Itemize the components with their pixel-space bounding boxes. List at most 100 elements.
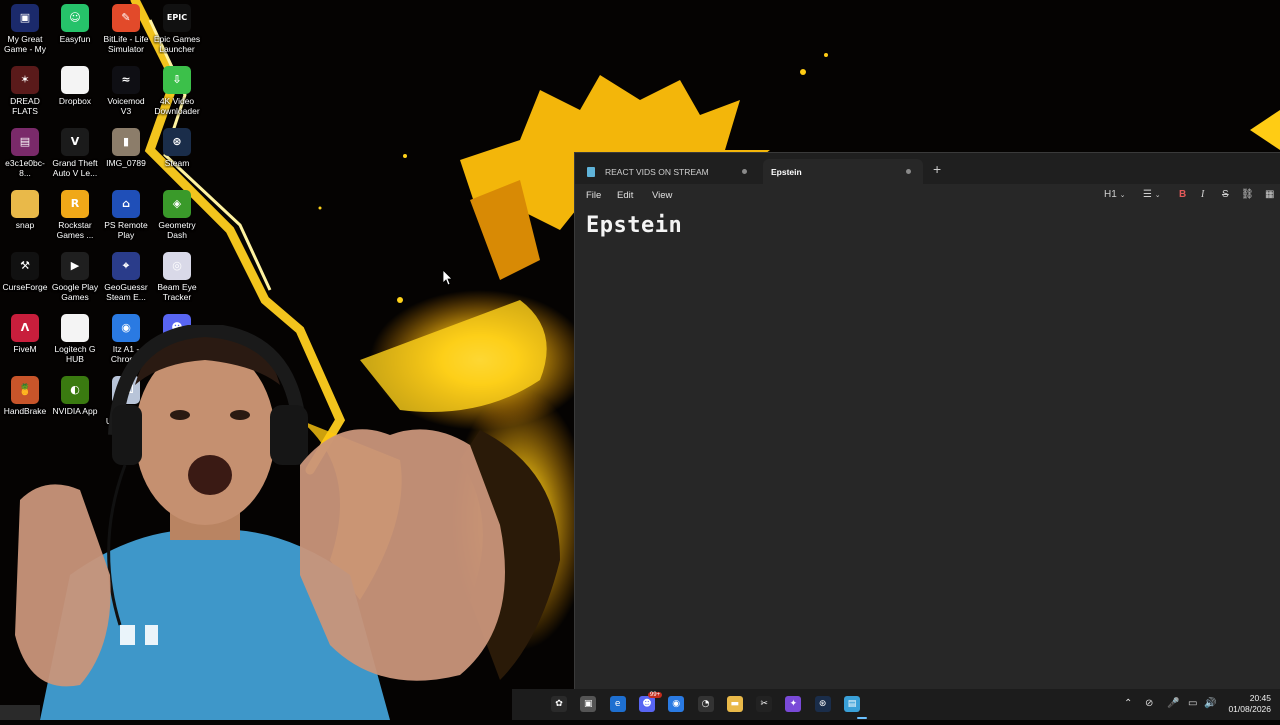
strikethrough-button[interactable]: S [1222,189,1229,200]
winrar-icon: ▤ [11,128,39,156]
desktop-shortcut[interactable]: ▤ e3c1e0bc-8... [0,128,50,178]
ps-remote-icon: ⌂ [112,190,140,218]
desktop-shortcut-label: Steam [164,158,190,168]
copilot-app-icon[interactable]: ✦ [785,696,802,712]
notepad-icon[interactable]: ▤ [844,696,860,712]
folder-icon[interactable]: ▬ [726,696,743,712]
desktop-shortcut[interactable]: Dropbox [50,66,100,106]
desktop-shortcut-label: 4K Video Downloader+ [154,96,200,118]
edge-icon[interactable]: e [609,696,626,712]
desktop-shortcut-label: Epic Games Launcher [153,34,201,54]
image-icon: ▮ [112,128,140,156]
capcut-icon[interactable]: ✂ [756,696,773,712]
chevron-down-icon: ⌄ [1119,192,1126,199]
rockstar-icon: R [61,190,89,218]
easyfun-icon: ☺ [61,4,89,32]
dread-flats-icon: ✶ [11,66,39,94]
tab-title: Epstein [771,166,802,177]
link-icon[interactable]: ⛓ [1241,189,1254,200]
menu-edit[interactable]: Edit [617,190,633,201]
unsaved-dot-icon[interactable] [906,169,911,174]
clock-date: 01/08/2026 [1228,704,1271,714]
desktop-shortcut[interactable]: ◎ Beam Eye Tracker [152,252,202,302]
steam-icon[interactable]: ⊛ [814,696,831,712]
desktop-shortcut[interactable]: ▶ Google Play Games [50,252,100,302]
desktop-shortcut[interactable]: ☺ Easyfun [50,4,100,44]
download-cloud-icon: ⇩ [163,66,191,94]
curseforge-icon: ⚒ [11,252,39,280]
tab-title: REACT VIDS ON STREAM [605,166,709,177]
italic-button[interactable]: I [1201,189,1204,200]
new-tab-button[interactable]: + [933,162,941,176]
desktop-shortcut-label: Easyfun [59,34,91,44]
game-icon: ▣ [11,4,39,32]
table-icon[interactable]: ▦ [1265,189,1274,200]
desktop-shortcut[interactable]: ⇩4K Video Downloader+ [152,66,202,118]
desktop-shortcut[interactable]: ✶ DREAD FLATS [0,66,50,116]
document-heading[interactable]: Epstein [586,213,682,238]
heading-dropdown[interactable]: H1 ⌄ [1104,189,1125,200]
desktop-shortcut[interactable]: R Rockstar Games ... [50,190,100,240]
bold-button[interactable]: B [1179,189,1186,200]
voicemod-icon: ≈ [112,66,140,94]
desktop-shortcut-label: GeoGuessr Steam E... [104,282,148,302]
desktop-shortcut[interactable]: ⌖ GeoGuessr Steam E... [101,252,151,302]
bitlife-icon: ✎ [112,4,140,32]
chevron-up-icon[interactable]: ⌃ [1124,698,1132,709]
desktop-shortcut-label: e3c1e0bc-8... [5,158,45,178]
desktop-shortcut-label: IMG_0789 [106,158,146,168]
taskbar: ⌃ ⊘ 🎤 ▭ 🔊 20:45 01/08/2026 ✿ ▣ e ☻ 99+ ◉ ◔ ▬ ✂ ✦ ⊛… [512,689,1280,720]
desktop-shortcut[interactable]: ◈ Geometry Dash [152,190,202,240]
chevron-down-icon: ⌄ [1154,192,1161,199]
notepad-doc-icon [587,166,595,177]
desktop-shortcut[interactable]: ⌂ PS Remote Play [101,190,151,240]
desktop-shortcut[interactable]: ⚒ CurseForge [0,252,50,292]
unsaved-dot-icon [742,169,747,174]
notepad-window: REACT VIDS ON STREAM Epstein + File Edit… [574,152,1280,689]
gta-icon: V [61,128,89,156]
geoguessr-icon: ⌖ [112,252,140,280]
desktop-shortcut[interactable]: EPIC Epic Games Launcher [152,4,202,54]
desktop-shortcut-label: DREAD FLATS [10,96,40,116]
file-icon [61,66,89,94]
menu-bar: File Edit View H1 ⌄ ☰ ⌄ B I S ⛓ ▦ [575,184,1280,208]
discord-icon[interactable]: ☻ [638,696,655,712]
clock[interactable]: 20:45 01/08/2026 [1215,693,1271,715]
tab-bar: REACT VIDS ON STREAM Epstein + [575,153,1280,184]
desktop-shortcut[interactable]: ▣My Great Game - My ... [0,4,50,56]
desktop-shortcut[interactable]: ✎ BitLife - Life Simulator [101,4,151,54]
desktop-shortcut-label: snap [15,220,35,230]
desktop-shortcut[interactable]: V Grand Theft Auto V Le... [50,128,100,178]
copilot-icon[interactable]: ✿ [551,696,567,712]
tab-epstein[interactable]: Epstein [763,159,923,184]
heading-label: H1 [1104,189,1117,200]
network-off-icon[interactable]: ⊘ [1145,698,1153,709]
chrome-icon[interactable]: ◉ [668,696,685,712]
desktop-shortcut[interactable]: snap [0,190,50,230]
display-icon[interactable]: ▭ [1188,698,1197,709]
clock-time: 20:45 [1249,693,1271,703]
obs-icon[interactable]: ◔ [697,696,714,712]
eye-tracker-icon: ◎ [163,252,191,280]
desktop-shortcut-label: Voicemod V3 [107,96,145,116]
desktop-shortcut-label: Grand Theft Auto V Le... [52,158,98,178]
desktop-shortcut-label: Dropbox [58,96,92,106]
notification-badge: 99+ [647,692,663,698]
folder-icon [11,190,39,218]
menu-file[interactable]: File [586,190,601,201]
desktop-shortcut[interactable]: ▮ IMG_0789 [101,128,151,168]
microphone-icon[interactable]: 🎤 [1167,698,1179,709]
file-explorer-icon[interactable]: ▣ [580,696,597,712]
desktop-shortcut-label: Rockstar Games ... [56,220,94,240]
desktop-shortcut-label: BitLife - Life Simulator [103,34,149,54]
desktop-shortcut-label: Google Play Games [51,282,99,302]
mouse-cursor-icon [442,269,453,291]
desktop-shortcut[interactable]: ⊛ Steam [152,128,202,168]
list-dropdown[interactable]: ☰ ⌄ [1143,189,1161,200]
desktop-shortcut[interactable]: ≈ Voicemod V3 [101,66,151,116]
menu-view[interactable]: View [652,190,672,201]
tab-react-vids[interactable]: REACT VIDS ON STREAM [581,159,759,184]
active-app-indicator [857,717,867,719]
steam-icon: ⊛ [163,128,191,156]
geometry-dash-icon: ◈ [163,190,191,218]
